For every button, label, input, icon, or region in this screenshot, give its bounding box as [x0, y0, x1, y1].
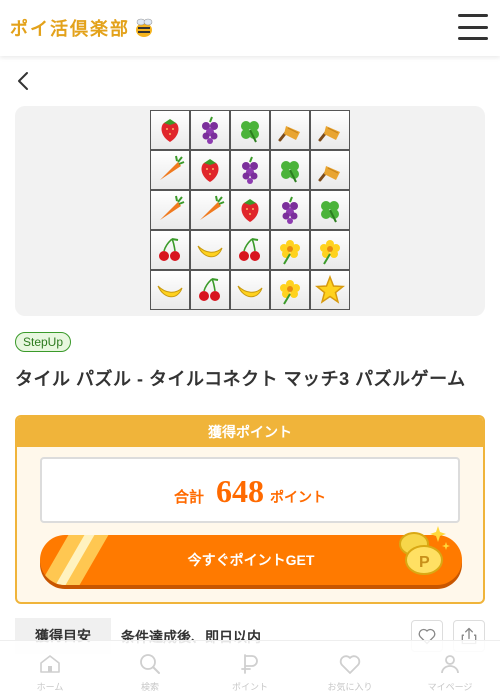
nav-item-home[interactable]: ホーム: [0, 641, 100, 700]
bottom-nav: ホーム 検索 ポイント お気に入り マイページ: [0, 640, 500, 700]
tile-flower: [310, 230, 350, 270]
total-points-box: 合計 648 ポイント: [40, 457, 460, 523]
broom-icon: [278, 126, 300, 142]
heart-icon: [339, 655, 361, 674]
cherry-icon: [239, 238, 260, 261]
tile-star: [310, 270, 350, 310]
banana-icon: [197, 245, 223, 258]
coin-icon: P: [399, 526, 450, 575]
nav-item-favorites[interactable]: お気に入り: [300, 641, 400, 700]
tile-broom: [270, 110, 310, 150]
clover-icon: [281, 161, 299, 183]
nav-label-mypage: マイページ: [427, 682, 473, 692]
grape-icon: [282, 196, 298, 224]
svg-text:P: P: [419, 554, 430, 571]
carrot-icon: [160, 195, 185, 220]
tile-strawberry: [230, 190, 270, 230]
nav-item-search[interactable]: 検索: [100, 641, 200, 700]
app-page: ポイ活倶楽部 StepUp タイル パズル - タイルコネクト マッチ3 パズル…: [0, 0, 500, 700]
flower-icon: [280, 280, 300, 305]
total-label: 合計: [173, 489, 204, 506]
grape-icon: [202, 116, 218, 144]
search-icon: [140, 654, 160, 674]
tile-cherry: [230, 230, 270, 270]
nav-label-points: ポイント: [231, 682, 268, 692]
tile-clover: [270, 150, 310, 190]
star-icon: [314, 274, 346, 304]
tile-broom: [310, 150, 350, 190]
hamburger-line: [458, 37, 488, 40]
nav-label-search: 検索: [140, 682, 159, 692]
tile-grid: [150, 110, 350, 310]
stepup-badge: StepUp: [15, 332, 72, 352]
header: ポイ活倶楽部: [0, 0, 500, 56]
clover-icon: [241, 121, 259, 143]
tile-broom: [310, 110, 350, 150]
nav-item-mypage[interactable]: マイページ: [400, 641, 500, 700]
tile-strawberry: [190, 150, 230, 190]
tile-carrot: [150, 190, 190, 230]
carrot-icon: [160, 155, 185, 180]
point-icon: [241, 654, 258, 674]
tile-clover: [310, 190, 350, 230]
tile-grape: [270, 190, 310, 230]
tile-banana: [230, 270, 270, 310]
tile-carrot: [150, 150, 190, 190]
tile-grape: [190, 110, 230, 150]
nav-label-home: ホーム: [36, 682, 64, 692]
broom-icon: [318, 126, 340, 142]
back-button[interactable]: [14, 70, 34, 92]
tile-cherry: [150, 230, 190, 270]
tile-grape: [230, 150, 270, 190]
page-title: タイル パズル - タイルコネクト マッチ3 パズルゲーム: [15, 369, 466, 389]
tile-flower: [270, 270, 310, 310]
hamburger-menu-button[interactable]: [458, 14, 488, 40]
clover-icon: [321, 201, 339, 223]
tile-banana: [150, 270, 190, 310]
total-value: 648: [216, 473, 264, 509]
strawberry-icon: [201, 159, 219, 182]
tile-banana: [190, 230, 230, 270]
strawberry-icon: [161, 119, 179, 142]
banana-icon: [237, 285, 263, 298]
strawberry-icon: [241, 199, 259, 222]
points-panel: 獲得ポイント 合計 648 ポイント 今すぐポイントGET P: [15, 415, 485, 604]
flower-icon: [280, 240, 300, 265]
hamburger-line: [458, 25, 488, 29]
tile-carrot: [190, 190, 230, 230]
cherry-icon: [159, 238, 180, 261]
home-icon: [40, 655, 60, 673]
grape-icon: [242, 156, 258, 184]
nav-item-points[interactable]: ポイント: [200, 641, 300, 700]
total-unit: ポイント: [270, 489, 326, 505]
nav-label-favorites: お気に入り: [327, 682, 373, 692]
tile-strawberry: [150, 110, 190, 150]
tile-flower: [270, 230, 310, 270]
points-header: 獲得ポイント: [17, 417, 483, 447]
user-icon: [441, 655, 459, 674]
logo-text: ポイ活倶楽部: [10, 19, 130, 40]
carrot-icon: [200, 195, 225, 220]
hamburger-line: [458, 14, 488, 17]
chevron-left-icon: [18, 72, 28, 90]
logo[interactable]: ポイ活倶楽部: [10, 14, 156, 42]
tile-clover: [230, 110, 270, 150]
bee-icon: [136, 18, 153, 37]
cherry-icon: [199, 278, 220, 301]
flower-icon: [320, 240, 340, 265]
broom-icon: [318, 166, 340, 182]
tile-cherry: [190, 270, 230, 310]
banana-icon: [157, 285, 183, 298]
